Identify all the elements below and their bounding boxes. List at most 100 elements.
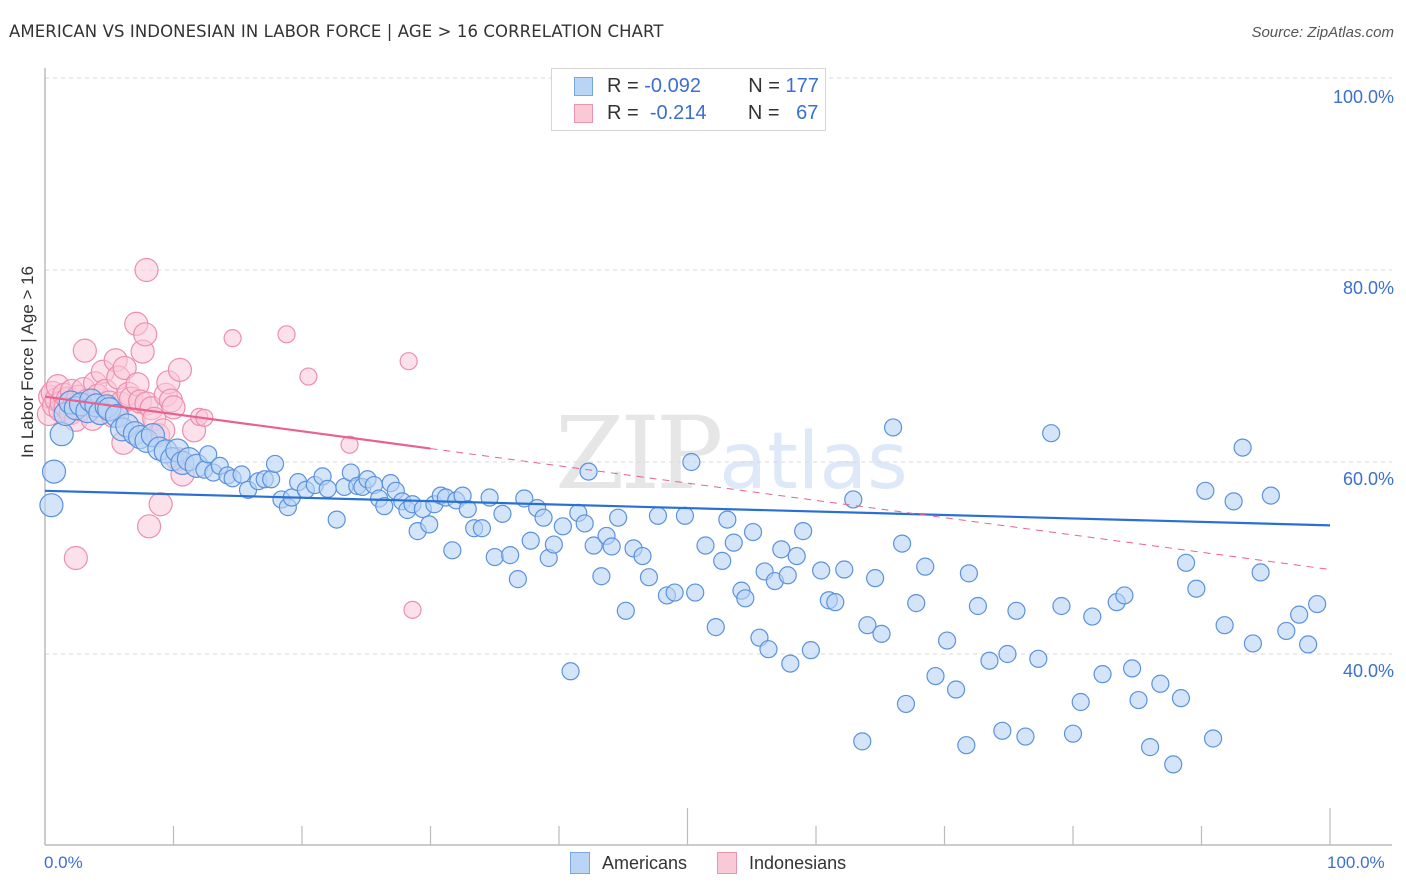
americans-legend-swatch[interactable] <box>570 852 590 874</box>
americans-point <box>844 490 863 509</box>
americans-point <box>686 583 705 602</box>
y-tick-label-60: 60.0% <box>1342 469 1394 489</box>
americans-point <box>896 694 916 714</box>
americans-point <box>1187 579 1206 598</box>
americans-point <box>682 452 701 472</box>
americans-point <box>602 537 621 556</box>
americans-point <box>1063 724 1083 743</box>
americans-point <box>1164 755 1183 774</box>
americans-point <box>534 508 553 527</box>
americans-point <box>665 583 684 602</box>
n-label: N = <box>747 101 780 124</box>
legend-row-americans: R = -0.092 N = 177 <box>574 74 819 98</box>
indonesians-point <box>399 352 418 371</box>
americans-point <box>993 721 1012 740</box>
americans-point <box>639 568 659 587</box>
americans-legend-label[interactable]: Americans <box>602 853 687 874</box>
americans-point <box>794 522 813 541</box>
americans-point <box>916 557 935 576</box>
indonesians-legend-label[interactable]: Indonesians <box>749 853 846 874</box>
americans-point <box>609 508 628 527</box>
americans-point <box>778 566 797 585</box>
americans-point <box>718 510 737 529</box>
americans-point <box>1071 692 1090 712</box>
americans-point <box>232 465 251 484</box>
americans-point <box>420 515 439 534</box>
indonesians-point <box>277 325 296 344</box>
americans-point <box>1093 665 1112 684</box>
americans-points <box>39 388 1327 774</box>
indonesians-point <box>299 367 318 386</box>
americans-point <box>1251 563 1270 582</box>
americans-point <box>853 732 872 751</box>
americans-point <box>633 546 652 566</box>
americans-point <box>472 519 491 538</box>
legend-row-indonesians: R = -0.214 N = 67 <box>574 101 818 125</box>
americans-point <box>493 504 512 523</box>
americans-point <box>835 560 854 579</box>
x-tick-label-0: 0.0% <box>44 853 83 872</box>
r-label: R = <box>607 74 639 97</box>
n-value: 177 <box>785 74 819 97</box>
americans-point <box>1308 594 1327 614</box>
americans-point <box>826 593 845 612</box>
indonesians-point <box>63 545 88 571</box>
americans-point <box>907 594 926 613</box>
americans-point <box>265 454 285 474</box>
americans-point <box>1007 601 1026 620</box>
americans-point <box>883 418 903 437</box>
r-value: -0.214 <box>649 101 707 124</box>
americans-point <box>1171 689 1191 708</box>
n-value: 67 <box>796 101 819 124</box>
americans-point <box>575 514 594 533</box>
indonesians-point <box>148 492 173 517</box>
americans-point <box>1196 481 1215 500</box>
americans-point <box>648 506 668 525</box>
indonesians-trend-extension <box>430 448 1331 571</box>
r-value: -0.092 <box>644 74 701 97</box>
americans-point <box>521 531 540 550</box>
indonesians-point <box>136 514 162 539</box>
americans-point <box>772 540 791 559</box>
americans-point <box>39 493 64 518</box>
americans-point <box>937 631 957 650</box>
americans-point <box>696 536 715 555</box>
americans-point <box>781 654 800 673</box>
americans-point <box>1123 659 1142 678</box>
americans-point <box>959 564 979 583</box>
indonesians-legend-swatch[interactable] <box>717 852 738 874</box>
x-tick-label-100: 100.0% <box>1327 853 1385 872</box>
americans-point <box>1224 492 1243 511</box>
americans-point <box>485 547 504 567</box>
americans-point <box>1016 727 1035 746</box>
americans-point <box>327 510 346 529</box>
americans-point <box>1151 674 1170 693</box>
americans-point <box>968 596 988 616</box>
indonesians-point <box>133 322 158 347</box>
americans-point <box>724 533 743 552</box>
indonesians-swatch <box>574 103 593 123</box>
americans-point <box>41 459 67 484</box>
americans-point <box>1115 586 1134 605</box>
americans-swatch <box>574 76 593 96</box>
americans-point <box>1261 486 1280 505</box>
indonesians-point <box>134 257 159 283</box>
americans-point <box>998 644 1017 664</box>
americans-point <box>1277 621 1296 641</box>
americans-point <box>1140 738 1160 757</box>
americans-point <box>801 641 820 660</box>
americans-point <box>743 522 763 542</box>
americans-point <box>1176 553 1196 572</box>
americans-point <box>544 535 563 554</box>
y-axis-label: In Labor Force | Age > 16 <box>18 265 37 458</box>
americans-point <box>1233 438 1252 457</box>
americans-point <box>561 662 580 681</box>
americans-point <box>926 666 945 686</box>
americans-point <box>262 470 281 489</box>
americans-point <box>1299 635 1318 654</box>
americans-point <box>1203 729 1223 748</box>
americans-point <box>946 680 966 699</box>
axes <box>44 68 1392 846</box>
americans-point <box>579 462 598 481</box>
correlation-legend: R = -0.092 N = 177 R = -0.214 N = 67 <box>551 68 826 131</box>
